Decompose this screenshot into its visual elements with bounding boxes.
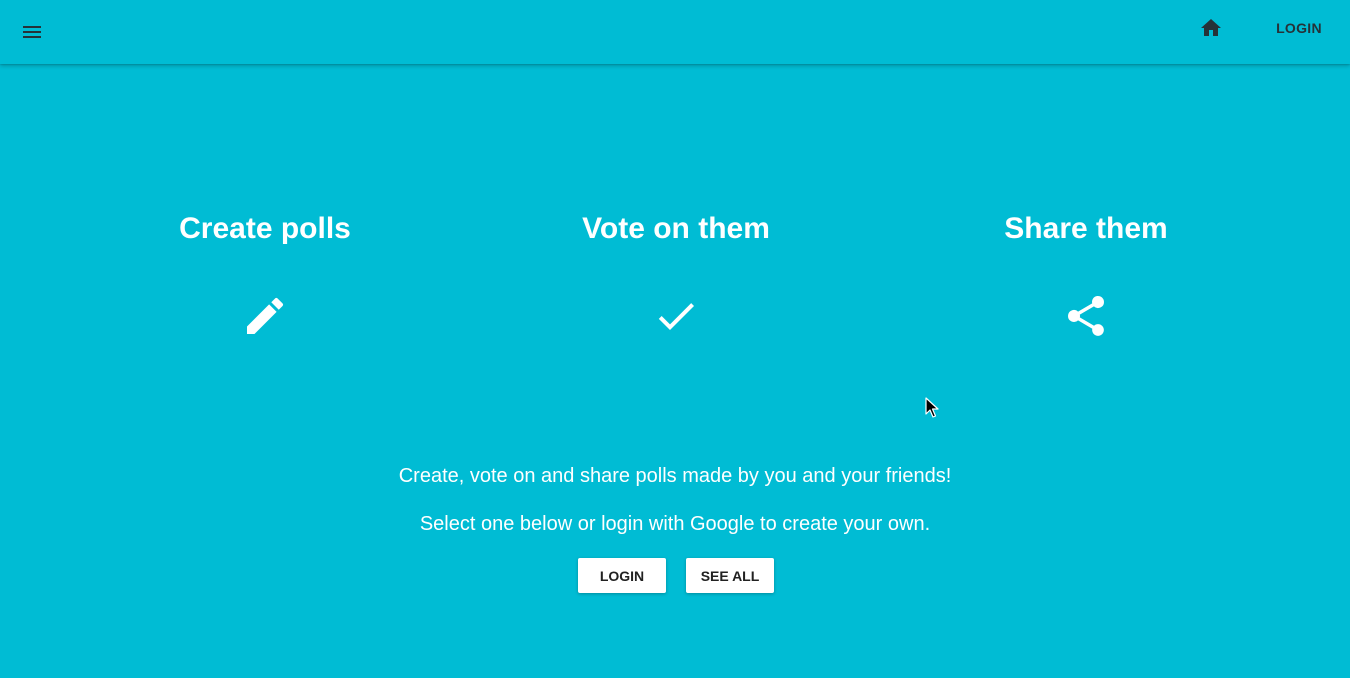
feature-share: Share them — [916, 205, 1256, 340]
mouse-cursor-icon — [925, 397, 939, 418]
home-icon — [1201, 19, 1221, 36]
menu-icon — [23, 26, 41, 38]
menu-button[interactable] — [12, 12, 52, 52]
login-button[interactable]: LOGIN — [578, 558, 666, 593]
home-button[interactable] — [1191, 8, 1231, 48]
feature-create-polls: Create polls — [95, 205, 435, 340]
feature-title: Create polls — [179, 212, 351, 245]
pencil-icon — [247, 297, 284, 334]
share-icon — [1068, 295, 1105, 336]
feature-vote: Vote on them — [506, 205, 846, 340]
intro-text-line1: Create, vote on and share polls made by … — [398, 465, 952, 487]
see-all-button[interactable]: SEE ALL — [686, 558, 774, 593]
top-app-bar: LOGIN — [0, 0, 1350, 64]
feature-title: Share them — [1004, 212, 1168, 245]
app-root: LOGIN Create polls Vote on them Share th… — [0, 0, 1350, 678]
feature-title: Vote on them — [582, 212, 770, 245]
check-icon — [658, 303, 694, 330]
intro-text-line2: Select one below or login with Google to… — [419, 513, 931, 535]
topbar-login-button[interactable]: LOGIN — [1266, 8, 1332, 48]
